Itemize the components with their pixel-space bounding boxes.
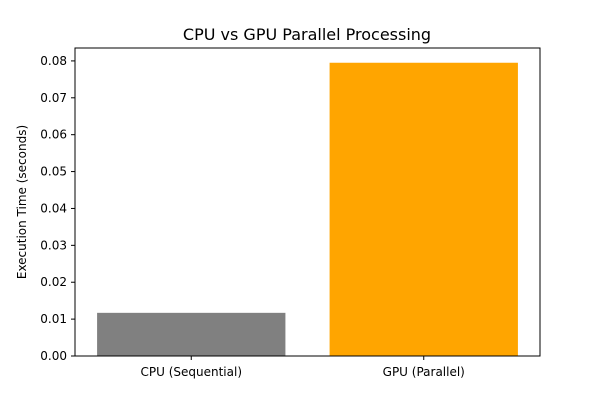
chart-title: CPU vs GPU Parallel Processing <box>183 25 431 44</box>
y-tick-label: 0.06 <box>40 128 67 142</box>
bar-1 <box>329 62 518 356</box>
y-tick-label: 0.02 <box>40 275 67 289</box>
x-tick-label: GPU (Parallel) <box>383 365 465 379</box>
x-tick-label: CPU (Sequential) <box>140 365 242 379</box>
y-axis-label: Execution Time (seconds) <box>15 125 29 279</box>
chart-container: CPU vs GPU Parallel Processing Execution… <box>0 0 600 400</box>
y-tick-label: 0.07 <box>40 91 67 105</box>
bar-0 <box>97 312 286 356</box>
y-tick-label: 0.01 <box>40 312 67 326</box>
y-tick-label: 0.08 <box>40 54 67 68</box>
y-tick-label: 0.00 <box>40 349 67 363</box>
y-tick-label: 0.04 <box>40 201 67 215</box>
y-tick-label: 0.05 <box>40 165 67 179</box>
y-tick-label: 0.03 <box>40 238 67 252</box>
bars-layer <box>97 62 518 356</box>
bar-chart: CPU vs GPU Parallel Processing Execution… <box>15 25 541 379</box>
